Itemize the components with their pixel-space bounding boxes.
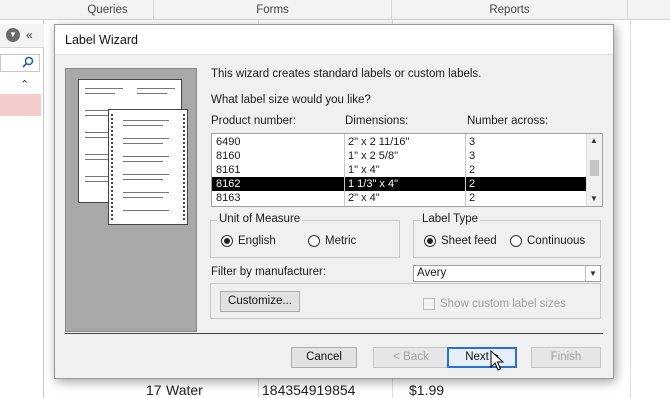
- question-text: What label size would you like?: [211, 94, 371, 106]
- checkbox-box[interactable]: [423, 298, 435, 310]
- radio-indicator[interactable]: [308, 235, 320, 247]
- radio-label: Metric: [325, 235, 357, 247]
- label-size-list[interactable]: 6490 2" x 2 11/16" 3 8160 1" x 2 5/8" 3 …: [211, 133, 603, 207]
- radio-continuous[interactable]: Continuous: [510, 235, 585, 247]
- ribbon-tab-forms[interactable]: Forms: [154, 0, 392, 20]
- dimensions: 1" x 4": [348, 164, 380, 176]
- label-sheet-illustration: [65, 68, 197, 332]
- scroll-thumb[interactable]: [590, 160, 599, 176]
- grid-divider: [630, 20, 631, 398]
- list-item[interactable]: 8160 1" x 2 5/8" 3: [212, 149, 586, 163]
- radio-sheet-feed[interactable]: Sheet feed: [424, 235, 497, 247]
- nav-search-input[interactable]: [0, 54, 40, 72]
- radio-label: Continuous: [527, 235, 586, 247]
- product-number: 6490: [216, 136, 241, 148]
- radio-indicator[interactable]: [510, 235, 522, 247]
- column-header-product: Product number:: [211, 115, 297, 127]
- dimensions: 1 1/3" x 4": [348, 178, 399, 190]
- row-id: 17: [146, 382, 162, 398]
- scroll-down-icon[interactable]: ▼: [590, 194, 598, 203]
- dimensions: 1" x 2 5/8": [348, 150, 399, 162]
- mouse-cursor-icon: [490, 349, 505, 375]
- ribbon-tab-reports[interactable]: Reports: [392, 0, 628, 20]
- number-across: 2: [469, 192, 476, 204]
- chevron-down-icon[interactable]: ▼: [585, 266, 600, 281]
- label-type-group: Label Type Sheet feed Continuous: [413, 213, 601, 258]
- chevron-down-circle-icon[interactable]: ▼: [6, 28, 20, 42]
- nav-selected-item[interactable]: [0, 94, 41, 116]
- row-code: 184354919854: [262, 382, 356, 398]
- radio-indicator[interactable]: [221, 235, 233, 247]
- cancel-button[interactable]: Cancel: [291, 347, 357, 368]
- product-number: 8161: [216, 164, 241, 176]
- search-icon[interactable]: [22, 56, 34, 71]
- divider: [65, 333, 603, 334]
- radio-english[interactable]: English: [221, 235, 276, 247]
- column-header-across: Number across:: [467, 115, 549, 127]
- list-scrollbar[interactable]: ▲ ▼: [586, 134, 602, 206]
- product-number: 8162: [216, 178, 241, 190]
- radio-label: Sheet feed: [441, 235, 497, 247]
- product-number: 8160: [216, 150, 241, 162]
- column-separator: [344, 134, 345, 206]
- number-across: 3: [469, 150, 476, 162]
- radio-metric[interactable]: Metric: [308, 235, 356, 247]
- checkbox-label: Show custom label sizes: [440, 298, 566, 310]
- customize-panel: Customize... Show custom label sizes: [210, 283, 601, 319]
- list-item[interactable]: 8163 2" x 4" 2: [212, 191, 586, 205]
- row-price: $1.99: [409, 382, 445, 398]
- dialog-title: Label Wizard: [65, 33, 138, 47]
- dimensions: 2" x 2 11/16": [348, 136, 410, 148]
- radio-label: English: [238, 235, 276, 247]
- finish-button[interactable]: Finish: [531, 347, 601, 368]
- customize-button[interactable]: Customize...: [220, 291, 300, 312]
- next-button[interactable]: Next >: [447, 347, 517, 368]
- list-item[interactable]: 8161 1" x 4" 2: [212, 163, 586, 177]
- manufacturer-value: Avery: [417, 267, 447, 279]
- number-across: 2: [469, 164, 476, 176]
- filter-label: Filter by manufacturer:: [211, 266, 327, 278]
- unit-of-measure-title: Unit of Measure: [217, 213, 303, 225]
- row-name: Water: [166, 382, 203, 398]
- double-chevron-left-icon[interactable]: «: [26, 28, 33, 42]
- navigation-pane: [0, 20, 44, 398]
- show-custom-sizes-checkbox[interactable]: Show custom label sizes: [423, 298, 566, 310]
- product-number: 8163: [216, 192, 241, 204]
- label-wizard-dialog: Label Wizard This wizard creates standar…: [54, 24, 614, 379]
- table-row[interactable]: 17 Water 184354919854 $1.99: [56, 380, 656, 398]
- ribbon-bar: Queries Forms Reports: [0, 0, 670, 20]
- list-item[interactable]: 6490 2" x 2 11/16" 3: [212, 135, 586, 149]
- column-header-dimensions: Dimensions:: [345, 115, 409, 127]
- manufacturer-select[interactable]: Avery ▼: [413, 265, 601, 282]
- unit-of-measure-group: Unit of Measure English Metric: [210, 213, 400, 258]
- number-across: 3: [469, 136, 476, 148]
- dimensions: 2" x 4": [348, 192, 380, 204]
- double-chevron-up-icon[interactable]: ⌃: [20, 78, 29, 91]
- back-button[interactable]: < Back: [373, 347, 449, 368]
- dialog-title-bar: Label Wizard: [55, 25, 613, 55]
- column-separator: [465, 134, 466, 206]
- list-item-selected[interactable]: 8162 1 1/3" x 4" 2: [212, 177, 586, 191]
- intro-text: This wizard creates standard labels or c…: [211, 68, 482, 80]
- number-across: 2: [469, 178, 476, 190]
- ribbon-tab-queries[interactable]: Queries: [62, 0, 154, 20]
- scroll-up-icon[interactable]: ▲: [590, 136, 598, 145]
- radio-indicator[interactable]: [424, 235, 436, 247]
- label-type-title: Label Type: [420, 213, 481, 225]
